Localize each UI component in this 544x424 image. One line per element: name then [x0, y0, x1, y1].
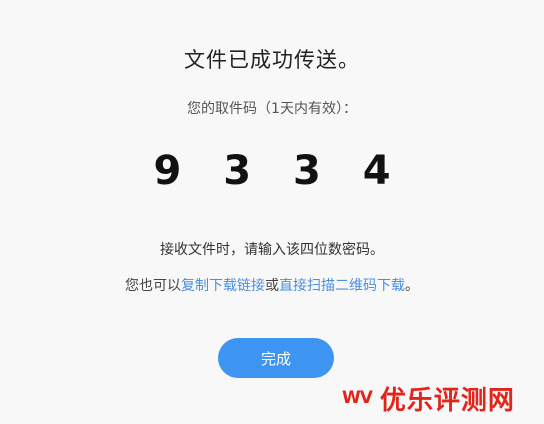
pickup-code: 9 3 3 4	[153, 148, 405, 194]
instruction-text: 接收文件时，请输入该四位数密码。	[160, 242, 384, 258]
transfer-success-page: 文件已成功传送。 您的取件码（1天内有效）： 9 3 3 4 接收文件时，请输入…	[0, 0, 544, 424]
done-button[interactable]: 完成	[218, 338, 334, 378]
watermark-text: 优乐评测网	[379, 385, 515, 416]
alt-middle: 或	[265, 278, 279, 294]
pickup-code-label: 您的取件码（1天内有效）：	[187, 101, 357, 117]
watermark: WV 优乐评测网	[342, 378, 515, 418]
alt-suffix: 。	[405, 278, 419, 294]
alt-prefix: 您也可以	[125, 278, 181, 294]
watermark-logo-icon: WV	[342, 388, 373, 408]
page-title: 文件已成功传送。	[184, 48, 360, 72]
copy-download-link[interactable]: 复制下载链接	[181, 278, 265, 294]
scan-qr-link[interactable]: 直接扫描二维码下载	[279, 278, 405, 294]
alternative-download-text: 您也可以复制下载链接或直接扫描二维码下载。	[0, 275, 544, 295]
